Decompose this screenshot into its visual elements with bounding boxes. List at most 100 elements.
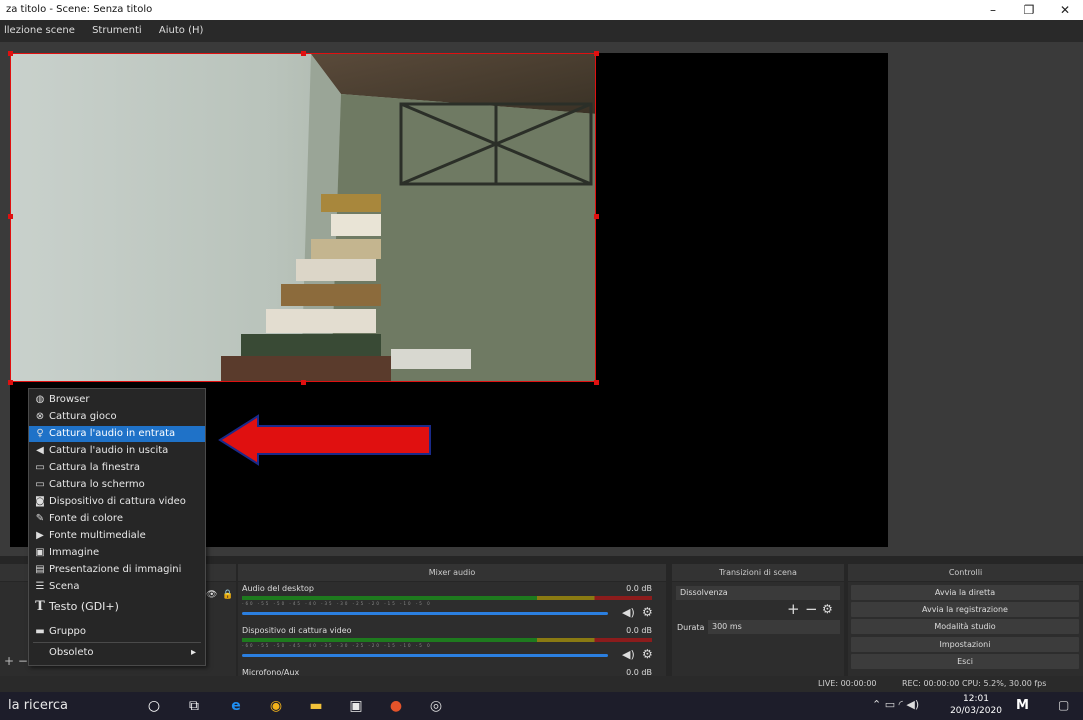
store-icon[interactable]: ▣	[348, 698, 364, 714]
clock-time[interactable]: 12:01	[956, 694, 996, 704]
menu-item-video-capture-device[interactable]: ◙ Dispositivo di cattura video	[29, 494, 205, 510]
gear-icon[interactable]: ⚙	[642, 647, 653, 661]
volume-meter	[242, 638, 652, 642]
title-bar: za titolo - Scene: Senza titolo – ❐ ✕	[0, 0, 1083, 20]
mixer-channel: Microfono/Aux 0.0 dB	[238, 668, 660, 676]
speaker-icon[interactable]: ◀)	[622, 606, 635, 619]
menu-help[interactable]: Aiuto (H)	[159, 25, 204, 36]
studio-mode-button[interactable]: Modalità studio	[851, 619, 1079, 634]
start-streaming-button[interactable]: Avvia la diretta	[851, 585, 1079, 600]
video-capture-source[interactable]	[10, 53, 596, 382]
minimize-button[interactable]: –	[975, 0, 1011, 20]
system-tray-icons[interactable]: ⌃ ▭ ◜ ◀)	[872, 698, 919, 711]
brush-icon: ✎	[35, 513, 45, 524]
chevron-right-icon: ▸	[191, 647, 197, 658]
menu-item-audio-output-capture[interactable]: ◀ Cattura l'audio in uscita	[29, 443, 205, 459]
gamepad-icon: ⊗	[35, 411, 45, 422]
resize-handle[interactable]	[301, 51, 306, 56]
list-icon: ☰	[35, 581, 45, 592]
exit-button[interactable]: Esci	[851, 654, 1079, 669]
menu-separator	[33, 642, 201, 643]
menu-item-deprecated[interactable]: Obsoleto ▸	[29, 645, 205, 661]
volume-slider[interactable]	[242, 612, 608, 615]
menu-tools[interactable]: Strumenti	[92, 25, 142, 36]
resize-handle[interactable]	[8, 380, 13, 385]
edge-icon[interactable]: e	[228, 698, 244, 714]
menu-item-audio-input-capture[interactable]: ♀ Cattura l'audio in entrata	[29, 426, 205, 442]
live-timer: LIVE: 00:00:00	[818, 679, 877, 688]
duration-label: Durata	[677, 623, 705, 632]
notifications-icon[interactable]: ▢	[1058, 698, 1069, 712]
resize-handle[interactable]	[8, 214, 13, 219]
menu-item-group[interactable]: ▬ Gruppo	[29, 624, 205, 640]
task-view-icon[interactable]: ⧉	[186, 698, 202, 714]
speaker-icon[interactable]: ◀)	[622, 648, 635, 661]
taskbar-search[interactable]: la ricerca	[8, 692, 68, 720]
menu-item-browser[interactable]: ◍ Browser	[29, 392, 205, 408]
add-source-context-menu: ◍ Browser ⊗ Cattura gioco ♀ Cattura l'audio…	[28, 388, 206, 666]
chrome-icon[interactable]: ◉	[268, 698, 284, 714]
mixer-channel: Dispositivo di cattura video 0.0 dB -60 …	[238, 626, 660, 662]
menu-item-text-gdi[interactable]: T Testo (GDI+)	[29, 599, 205, 615]
channel-name: Audio del desktop	[242, 584, 314, 593]
app-tray-icon[interactable]: M	[1016, 698, 1029, 713]
text-icon: T	[35, 599, 45, 614]
cortana-icon[interactable]: ○	[146, 698, 162, 714]
file-explorer-icon[interactable]: ▬	[308, 698, 324, 714]
duration-input[interactable]: 300 ms	[708, 620, 840, 634]
start-recording-button[interactable]: Avvia la registrazione	[851, 602, 1079, 617]
speaker-icon: ◀	[36, 445, 44, 456]
gear-icon[interactable]: ⚙	[822, 602, 833, 616]
menu-item-image[interactable]: ▣ Immagine	[29, 545, 205, 561]
windows-taskbar: la ricerca ○ ⧉ e ◉ ▬ ▣ ● ◎ ⌃ ▭ ◜ ◀) 12:0…	[0, 692, 1083, 720]
transition-select[interactable]: Dissolvenza	[676, 586, 840, 600]
lock-icon[interactable]: 🔒	[222, 586, 233, 604]
menu-item-media-source[interactable]: ▶ Fonte multimediale	[29, 528, 205, 544]
gear-icon[interactable]: ⚙	[642, 605, 653, 619]
remove-transition-button[interactable]: −	[805, 600, 818, 618]
menu-bar: llezione scene Strumenti Aiuto (H)	[0, 20, 1083, 42]
clock-date[interactable]: 20/03/2020	[948, 706, 1004, 716]
globe-icon: ◍	[35, 394, 45, 405]
add-transition-button[interactable]: +	[787, 600, 800, 618]
monitor-icon: ▭	[35, 479, 45, 490]
channel-level: 0.0 dB	[626, 584, 652, 593]
meter-ticks: -60 -55 -50 -45 -40 -35 -30 -25 -20 -15 …	[242, 643, 432, 648]
status-bar: LIVE: 00:00:00 REC: 00:00:00 CPU: 5.2%, …	[0, 676, 1083, 692]
maximize-button[interactable]: ❐	[1011, 0, 1047, 20]
menu-item-display-capture[interactable]: ▭ Cattura lo schermo	[29, 477, 205, 493]
powerpoint-icon[interactable]: ●	[388, 698, 404, 714]
resize-handle[interactable]	[594, 380, 599, 385]
menu-scene-collection[interactable]: llezione scene	[4, 25, 75, 36]
menu-item-color-source[interactable]: ✎ Fonte di colore	[29, 511, 205, 527]
channel-name: Dispositivo di cattura video	[242, 626, 352, 635]
slideshow-icon: ▤	[35, 564, 45, 575]
folder-icon: ▬	[35, 626, 45, 637]
controls-dock-header: Controlli	[848, 564, 1083, 581]
obs-icon[interactable]: ◎	[428, 698, 444, 714]
volume-slider[interactable]	[242, 654, 608, 657]
close-button[interactable]: ✕	[1047, 0, 1083, 20]
mixer-dock-header: Mixer audio	[238, 564, 666, 581]
menu-item-image-slideshow[interactable]: ▤ Presentazione di immagini	[29, 562, 205, 578]
visibility-icon[interactable]: 👁	[206, 586, 217, 604]
window-title: za titolo - Scene: Senza titolo	[6, 4, 153, 15]
settings-button[interactable]: Impostazioni	[851, 637, 1079, 652]
camera-icon: ◙	[35, 496, 45, 507]
resize-handle[interactable]	[8, 51, 13, 56]
cpu-usage: CPU: 5.2%, 30.00 fps	[962, 679, 1047, 688]
microphone-icon: ♀	[36, 428, 44, 439]
menu-item-window-capture[interactable]: ▭ Cattura la finestra	[29, 460, 205, 476]
resize-handle[interactable]	[594, 51, 599, 56]
red-arrow-annotation	[218, 414, 431, 466]
menu-item-scene[interactable]: ☰ Scena	[29, 579, 205, 595]
transitions-dock-header: Transizioni di scena	[672, 564, 844, 581]
window-icon: ▭	[35, 462, 45, 473]
channel-level: 0.0 dB	[626, 626, 652, 635]
volume-meter	[242, 596, 652, 600]
rec-timer: REC: 00:00:00	[902, 679, 960, 688]
resize-handle[interactable]	[301, 380, 306, 385]
menu-item-game-capture[interactable]: ⊗ Cattura gioco	[29, 409, 205, 425]
resize-handle[interactable]	[594, 214, 599, 219]
play-icon: ▶	[36, 530, 44, 541]
